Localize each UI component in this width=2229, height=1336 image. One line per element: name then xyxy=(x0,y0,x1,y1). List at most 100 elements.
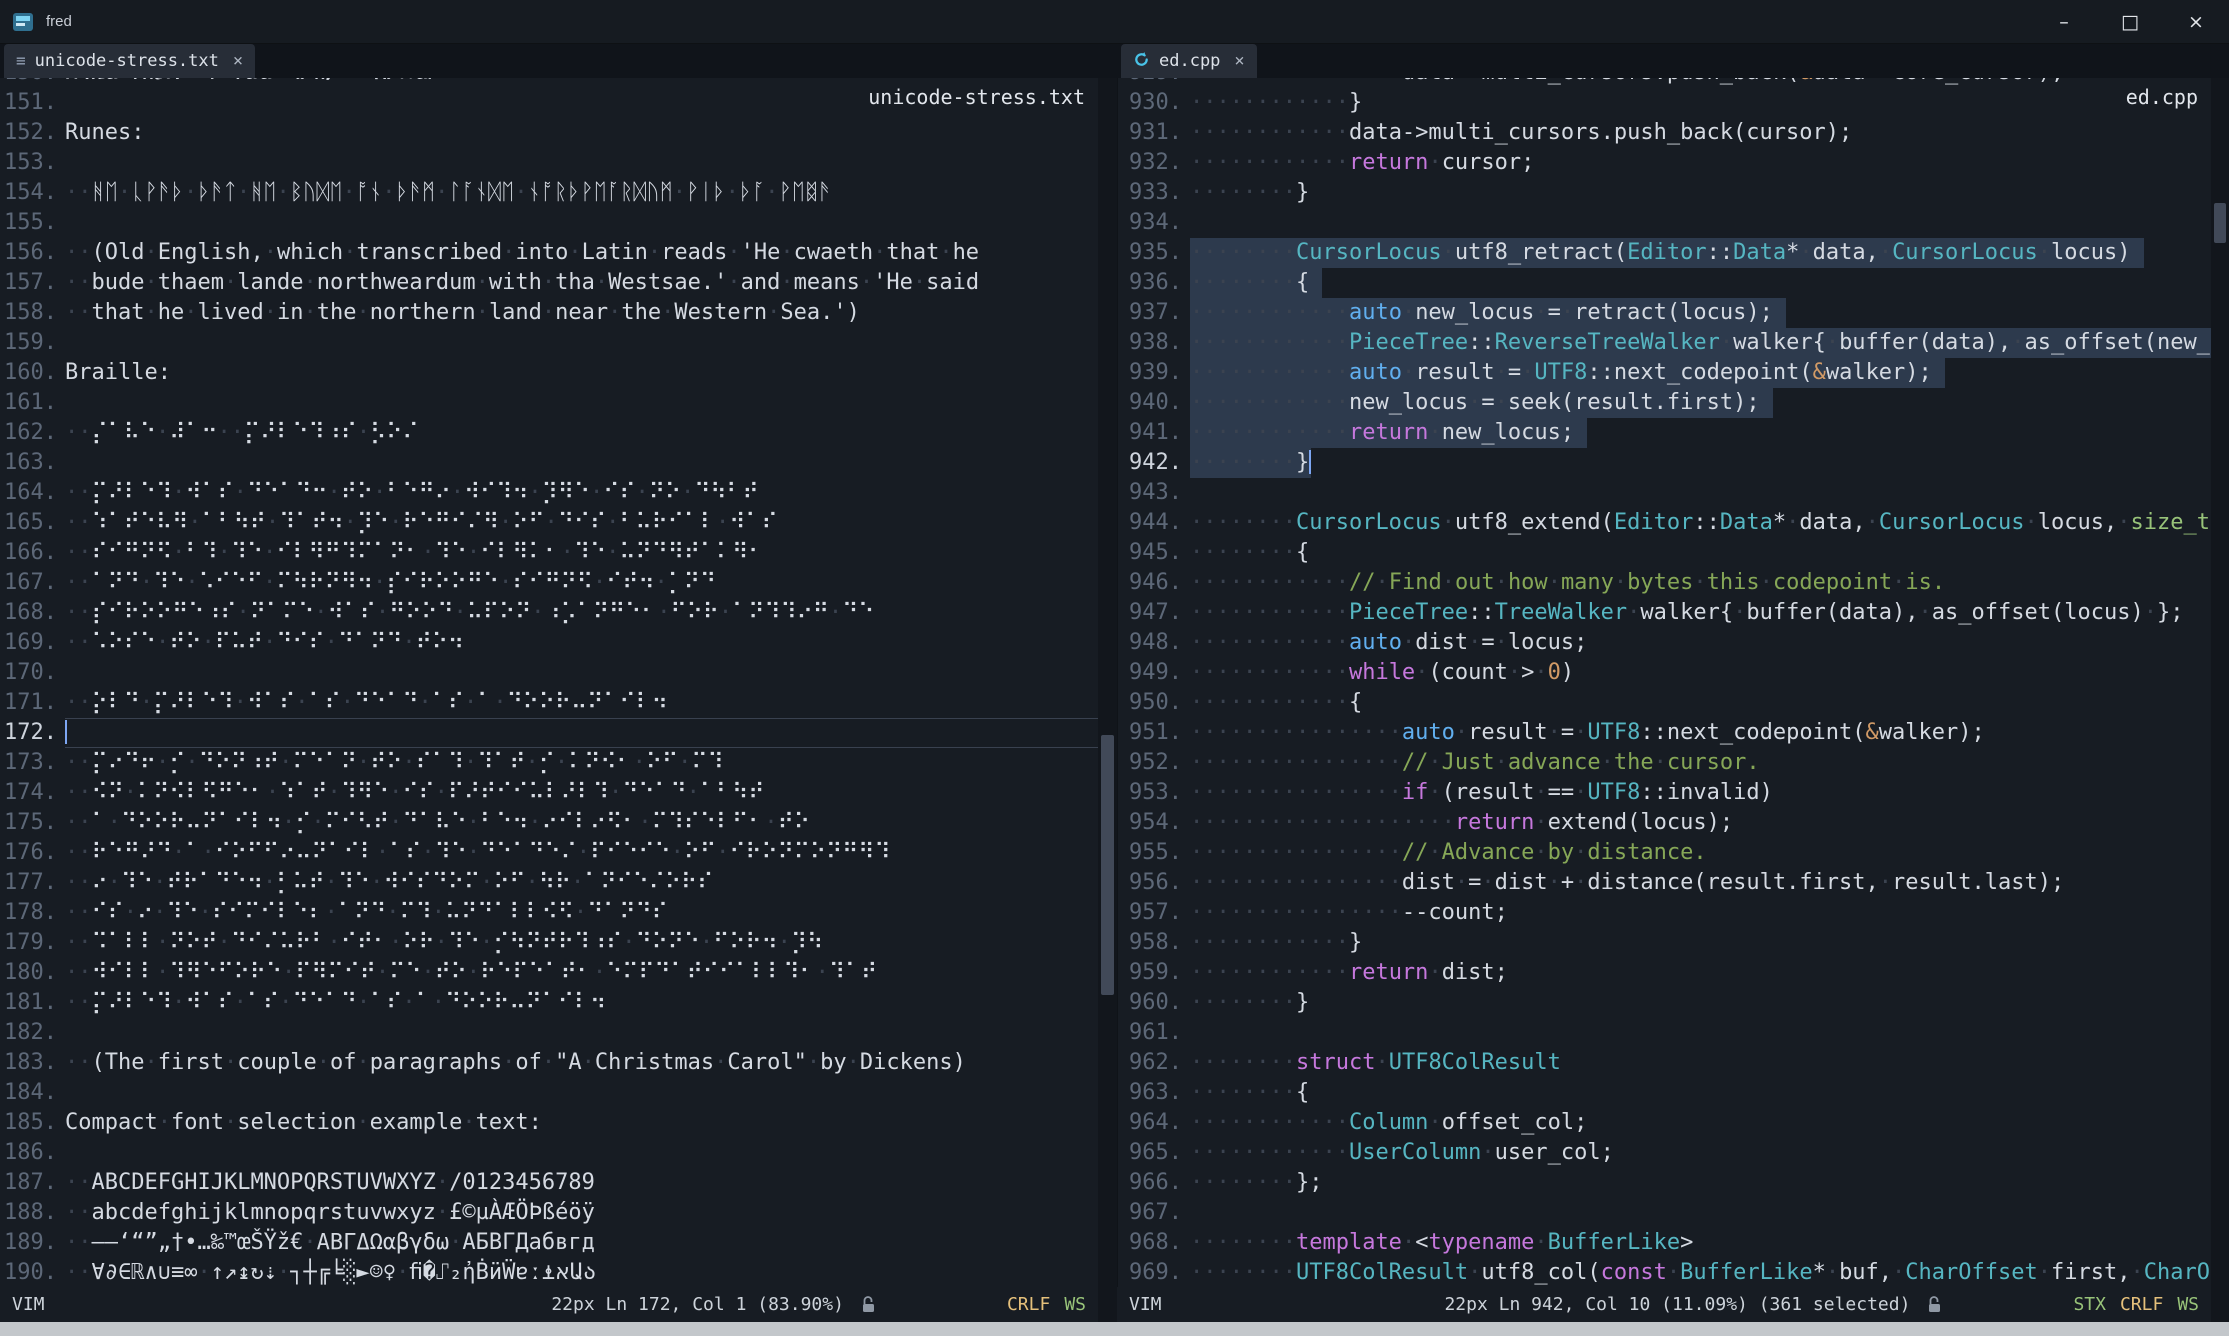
code-line[interactable]: 156.··(Old·English,·which·transcribed·in… xyxy=(0,238,1098,268)
code-line[interactable]: 173.··⡍⠔⠙⠖·⡊·⠙⠕⠝⠰⠞·⠍⠑⠁⠝·⠞⠕·⠎⠁⠹·⠹⠁⠞·⡊·⠅⠝⠪… xyxy=(0,748,1098,778)
code-line[interactable]: 190.··∀∂∈ℝ∧∪≡∞·↑↗↨↻⇣·┐┼╔╘░►☺♀·ﬁ�⑀₂ἠḂӥẄɐː… xyxy=(0,1258,1098,1287)
code-line[interactable]: 958.············} xyxy=(1118,928,2211,958)
code-line[interactable]: 954.····················return·extend(lo… xyxy=(1118,808,2211,838)
status-flag-crlf[interactable]: CRLF xyxy=(2120,1294,2163,1315)
code-line[interactable]: 952.················//·Just·advance·the·… xyxy=(1118,748,2211,778)
code-line[interactable]: 181.··⡍⠜⠇⠑⠹·⠺⠁⠎·⠁⠎·⠙⠑⠁⠙·⠁⠎·⠁·⠙⠕⠕⠗⠤⠝⠁⠊⠇⠲ xyxy=(0,988,1098,1018)
code-line[interactable]: 960.········} xyxy=(1118,988,2211,1018)
code-line[interactable]: 959.············return·dist; xyxy=(1118,958,2211,988)
code-line[interactable]: 956.················dist·=·dist·+·distan… xyxy=(1118,868,2211,898)
code-line[interactable]: 162.··⡌⠁⠧⠑·⠼⠁⠒··⡍⠜⠇⠑⠹⠰⠎·⡣⠕⠌ xyxy=(0,418,1098,448)
code-line[interactable]: 966.········}; xyxy=(1118,1168,2211,1198)
code-line[interactable]: 176.··⠗⠑⠛⠜⠙·⠁·⠊⠕⠋⠋⠔⠤⠝⠁⠊⠇·⠁⠎·⠹⠑·⠙⠑⠁⠙⠑⠌·⠏⠊… xyxy=(0,838,1098,868)
right-pane-scrollbar[interactable] xyxy=(2211,78,2229,1322)
code-line[interactable]: 950.············{ xyxy=(1118,688,2211,718)
code-area[interactable]: 929.················data->multi_cursors.… xyxy=(1118,78,2211,1287)
code-line[interactable]: 167.··⠁⠝⠙·⠹⠑·⠡⠊⠑⠋·⠍⠳⠗⠝⠻⠲·⡎⠊⠗⠕⠕⠛⠑·⠎⠊⠛⠝⠫·⠊… xyxy=(0,568,1098,598)
unlock-icon[interactable] xyxy=(1926,1295,1943,1314)
code-line[interactable]: 186. xyxy=(0,1138,1098,1168)
code-line[interactable]: 185.Compact·font·selection·example·text: xyxy=(0,1108,1098,1138)
code-line[interactable]: 931.············data->multi_cursors.push… xyxy=(1118,118,2211,148)
code-line[interactable]: 967. xyxy=(1118,1198,2211,1228)
tab-unicode-stress-txt[interactable]: ≡ unicode-stress.txt × xyxy=(4,44,255,78)
code-line[interactable]: 152.Runes: xyxy=(0,118,1098,148)
code-line[interactable]: 949.············while·(count·>·0) xyxy=(1118,658,2211,688)
code-line[interactable]: 951.················auto·result·=·UTF8::… xyxy=(1118,718,2211,748)
unlock-icon[interactable] xyxy=(860,1295,877,1314)
tab-ed-cpp[interactable]: ed.cpp × xyxy=(1121,44,1257,78)
right-editor-pane[interactable]: 929.················data->multi_cursors.… xyxy=(1117,78,2211,1287)
tab-close-icon[interactable]: × xyxy=(1234,51,1244,71)
code-line[interactable]: 170. xyxy=(0,658,1098,688)
code-line[interactable]: 965.············UserColumn·user_col; xyxy=(1118,1138,2211,1168)
minimize-button[interactable]: – xyxy=(2031,0,2097,43)
code-line[interactable]: 168.··⡎⠊⠗⠕⠕⠛⠑⠰⠎·⠝⠁⠍⠑·⠺⠁⠎·⠛⠕⠕⠙·⠥⠏⠕⠝·⠰⡡⠁⠝⠛… xyxy=(0,598,1098,628)
code-line[interactable]: 961. xyxy=(1118,1018,2211,1048)
code-line[interactable]: 968.········template·<typename·BufferLik… xyxy=(1118,1228,2211,1258)
code-line[interactable]: 946.············//·Find·out·how·many·byt… xyxy=(1118,568,2211,598)
code-line[interactable]: 157.··bude·thaem·lande·northweardum·with… xyxy=(0,268,1098,298)
code-line[interactable]: 947.············PieceTree::TreeWalker·wa… xyxy=(1118,598,2211,628)
code-line[interactable]: 937.············auto·new_locus·=·retract… xyxy=(1118,298,2211,328)
status-flag-crlf[interactable]: CRLF xyxy=(1007,1294,1050,1315)
code-line[interactable]: 169.··⠡⠕⠎⠑·⠞⠕·⠏⠥⠞·⠙⠊⠎·⠙⠁⠝⠙·⠞⠕⠲ xyxy=(0,628,1098,658)
status-flag-ws[interactable]: WS xyxy=(2177,1294,2199,1315)
code-line[interactable]: 969.········UTF8ColResult·utf8_col(const… xyxy=(1118,1258,2211,1287)
code-line[interactable]: 172. xyxy=(0,718,1098,748)
code-line[interactable]: 175.··⠁·⠙⠕⠕⠗⠤⠝⠁⠊⠇⠲·⡊·⠍⠊⠣⠞·⠙⠁⠧⠑·⠃⠑⠲·⠔⠊⠇⠔⠫… xyxy=(0,808,1098,838)
code-line[interactable]: 953.················if·(result·==·UTF8::… xyxy=(1118,778,2211,808)
code-line[interactable]: 160.Braille: xyxy=(0,358,1098,388)
tab-close-icon[interactable]: × xyxy=(233,51,243,71)
code-line[interactable]: 153. xyxy=(0,148,1098,178)
code-line[interactable]: 187.··ABCDEFGHIJKLMNOPQRSTUVWXYZ·/012345… xyxy=(0,1168,1098,1198)
code-line[interactable]: 184. xyxy=(0,1078,1098,1108)
code-line[interactable]: 165.··⠱⠁⠞⠑⠧⠻·⠁⠃⠳⠞·⠹⠁⠞⠲·⡹⠑·⠗⠑⠛⠊⠌⠻·⠕⠋·⠙⠊⠎·… xyxy=(0,508,1098,538)
code-line[interactable]: 178.··⠊⠎·⠔·⠹⠑·⠎⠊⠍⠊⠇⠑⠆·⠁⠝⠙·⠍⠹·⠥⠝⠙⠁⠇⠇⠪⠫·⠙⠁… xyxy=(0,898,1098,928)
code-line[interactable]: 159. xyxy=(0,328,1098,358)
code-line[interactable]: 177.··⠔·⠹⠑·⠞⠗⠁⠙⠑⠲·⡃⠥⠞·⠹⠑·⠺⠊⠎⠙⠕⠍·⠕⠋·⠳⠗·⠁⠝… xyxy=(0,868,1098,898)
code-line[interactable]: 166.··⠎⠊⠛⠝⠫·⠃⠹·⠹⠑·⠊⠇⠻⠛⠹⠍⠁⠝⠂·⠹⠑·⠊⠇⠻⠅⠂·⠹⠑·… xyxy=(0,538,1098,568)
close-button[interactable]: × xyxy=(2163,0,2229,43)
code-line[interactable]: 164.··⡍⠜⠇⠑⠹·⠺⠁⠎·⠙⠑⠁⠙⠒·⠞⠕·⠃⠑⠛⠔·⠺⠊⠹⠲·⡹⠻⠑·⠊… xyxy=(0,478,1098,508)
status-flag-ws[interactable]: WS xyxy=(1064,1294,1086,1315)
code-line[interactable]: 161. xyxy=(0,388,1098,418)
code-line[interactable]: 930.············} xyxy=(1118,88,2211,118)
code-line[interactable]: 182. xyxy=(0,1018,1098,1048)
maximize-button[interactable]: □ xyxy=(2097,0,2163,43)
code-line[interactable]: 938.············PieceTree::ReverseTreeWa… xyxy=(1118,328,2211,358)
code-line[interactable]: 945.········{ xyxy=(1118,538,2211,568)
left-editor-pane[interactable]: 150.እግዜር·የከፈተውን·ጉሮሮ·ሳይዘጋው·አይድርም።151.152.… xyxy=(0,78,1098,1287)
code-line[interactable]: 943. xyxy=(1118,478,2211,508)
code-line[interactable]: 935.········CursorLocus·utf8_retract(Edi… xyxy=(1118,238,2211,268)
code-line[interactable]: 964.············Column·offset_col; xyxy=(1118,1108,2211,1138)
code-line[interactable]: 942.········} xyxy=(1118,448,2211,478)
code-line[interactable]: 171.··⡕⠇⠙·⡍⠜⠇⠑⠹·⠺⠁⠎·⠁⠎·⠙⠑⠁⠙·⠁⠎·⠁·⠙⠕⠕⠗⠤⠝⠁… xyxy=(0,688,1098,718)
code-line[interactable]: 174.··⠪⠝·⠅⠝⠪⠇⠫⠛⠑⠂·⠱⠁⠞·⠹⠻⠑·⠊⠎·⠏⠜⠞⠊⠊⠥⠇⠜⠇⠹·… xyxy=(0,778,1098,808)
code-line[interactable]: 934. xyxy=(1118,208,2211,238)
code-line[interactable]: 948.············auto·dist·=·locus; xyxy=(1118,628,2211,658)
left-pane-scrollbar[interactable] xyxy=(1098,78,1117,1322)
code-area[interactable]: 150.እግዜር·የከፈተውን·ጉሮሮ·ሳይዘጋው·አይድርም።151.152.… xyxy=(0,78,1098,1287)
code-line[interactable]: 936.········{ xyxy=(1118,268,2211,298)
code-line[interactable]: 933.········} xyxy=(1118,178,2211,208)
code-line[interactable]: 163. xyxy=(0,448,1098,478)
code-line[interactable]: 963.········{ xyxy=(1118,1078,2211,1108)
scrollbar-thumb[interactable] xyxy=(2214,203,2226,243)
code-line[interactable]: 955.················//·Advance·by·distan… xyxy=(1118,838,2211,868)
code-line[interactable]: 188.··abcdefghijklmnopqrstuvwxyz·£©µÀÆÖÞ… xyxy=(0,1198,1098,1228)
code-line[interactable]: 932.············return·cursor; xyxy=(1118,148,2211,178)
code-line[interactable]: 183.··(The·first·couple·of·paragraphs·of… xyxy=(0,1048,1098,1078)
code-line[interactable]: 180.··⠺⠊⠇⠇·⠹⠻⠑⠋⠕⠗⠑·⠏⠻⠍⠊⠞·⠍⠑·⠞⠕·⠗⠑⠏⠑⠁⠞⠂·⠑… xyxy=(0,958,1098,988)
code-line[interactable]: 941.············return·new_locus; xyxy=(1118,418,2211,448)
code-line[interactable]: 179.··⠩⠁⠇⠇·⠝⠕⠞·⠙⠊⠌⠥⠗⠃·⠊⠞⠂·⠕⠗·⠹⠑·⡊⠳⠝⠞⠗⠹⠰⠎… xyxy=(0,928,1098,958)
code-line[interactable]: 929.················data->multi_cursors.… xyxy=(1118,78,2211,88)
code-line[interactable]: 957.················--count; xyxy=(1118,898,2211,928)
code-line[interactable]: 939.············auto·result·=·UTF8::next… xyxy=(1118,358,2211,388)
code-line[interactable]: 158.··that·he·lived·in·the·northern·land… xyxy=(0,298,1098,328)
code-line[interactable]: 155. xyxy=(0,208,1098,238)
code-line[interactable]: 189.··–—‘“”„†•…‰™œŠŸž€·ΑΒΓΔΩαβγδω·АБВГДа… xyxy=(0,1228,1098,1258)
code-line[interactable]: 154.··ᚻᛖ·ᚳᚹᚫᚦ·ᚦᚫᛏ·ᚻᛖ·ᛒᚢᛞᛖ·ᚩᚾ·ᚦᚫᛗ·ᛚᚪᚾᛞᛖ·ᚾ… xyxy=(0,178,1098,208)
code-line[interactable]: 962.········struct·UTF8ColResult xyxy=(1118,1048,2211,1078)
code-line[interactable]: 944.········CursorLocus·utf8_extend(Edit… xyxy=(1118,508,2211,538)
scrollbar-thumb[interactable] xyxy=(1101,735,1114,995)
